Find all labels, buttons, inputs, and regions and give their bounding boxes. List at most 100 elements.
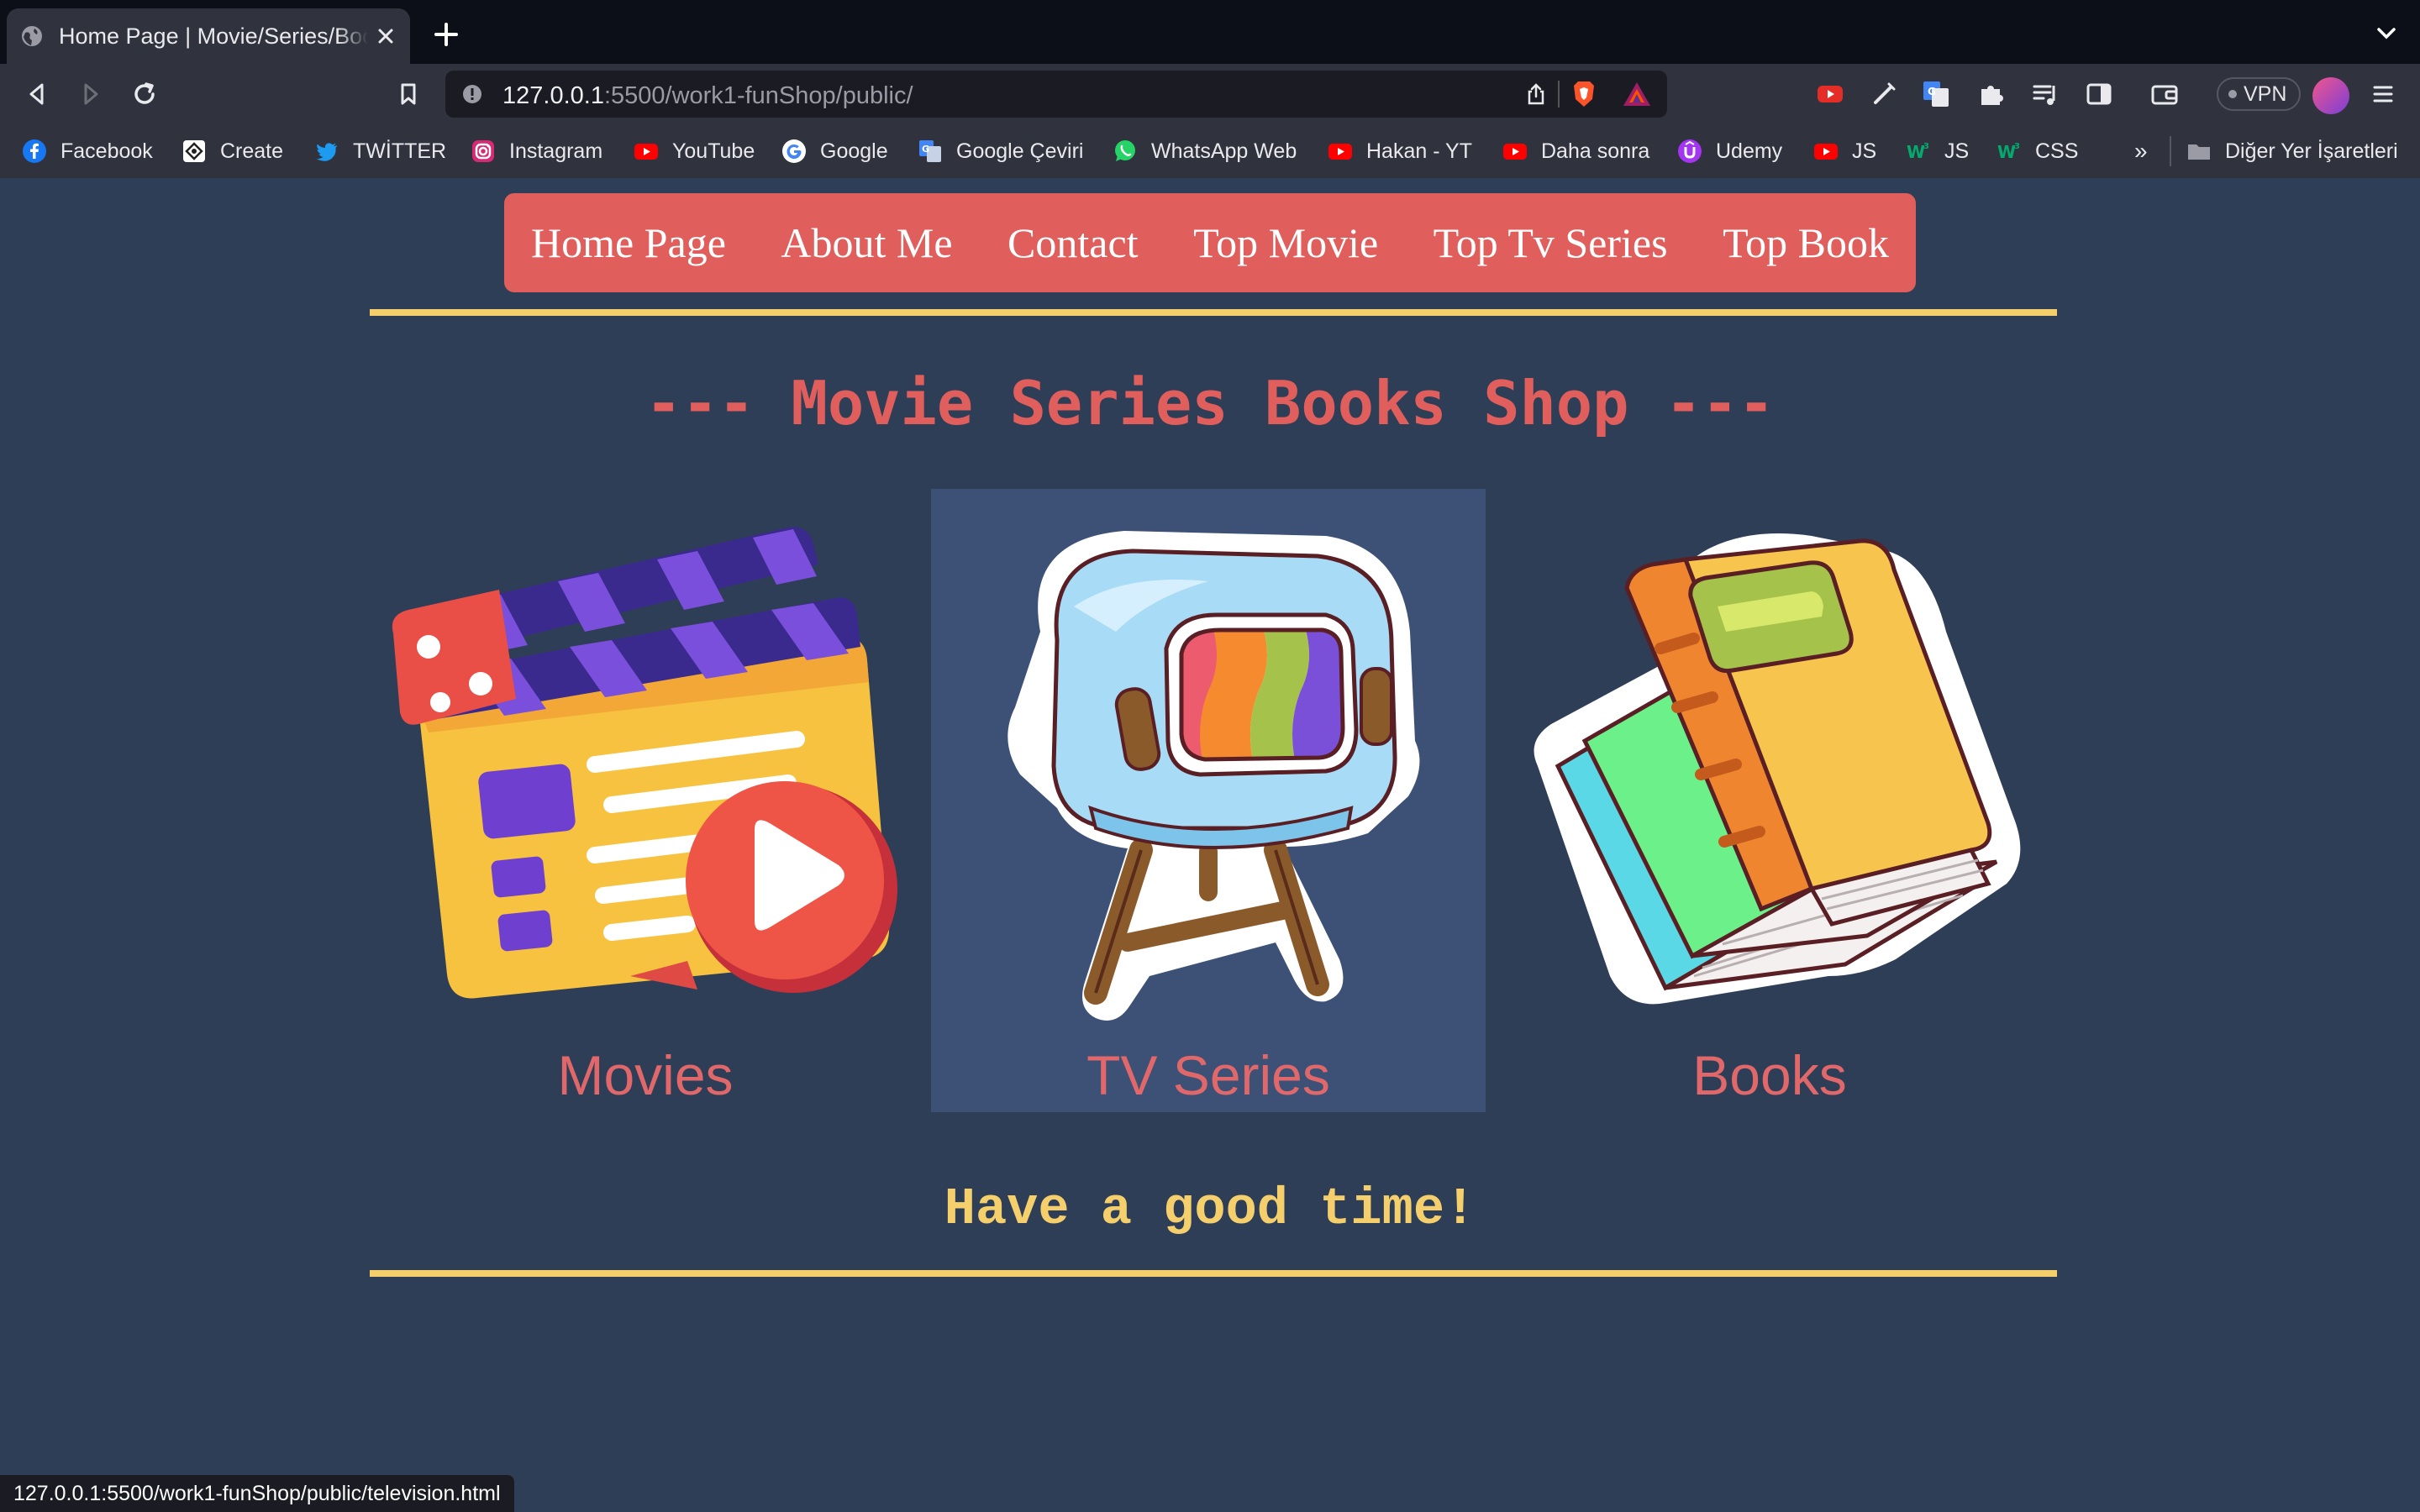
brave-shields-icon[interactable] xyxy=(1570,79,1598,109)
bookmark-label: TWİTTER xyxy=(353,139,447,163)
pen-extension-icon[interactable] xyxy=(1869,79,1899,109)
tagline: Have a good time! xyxy=(944,1179,1476,1239)
bookmark-label: YouTube xyxy=(672,139,755,163)
bookmark-other-folder[interactable]: Diğer Yer İşaretleri xyxy=(2186,134,2398,168)
udemy-icon xyxy=(1678,139,1702,163)
tv-series-label: TV Series xyxy=(1086,1044,1330,1106)
forward-arrow-icon[interactable] xyxy=(77,81,104,108)
books-label: Books xyxy=(1692,1044,1847,1106)
hamburger-menu-icon[interactable] xyxy=(2371,82,2395,106)
nav-top-book[interactable]: Top Book xyxy=(1723,218,1889,267)
svg-text:W: W xyxy=(1907,142,1925,162)
bookmark-js-youtube[interactable]: JS xyxy=(1813,134,1876,168)
bookmark-instagram[interactable]: Instagram xyxy=(471,134,602,168)
divider xyxy=(1558,81,1560,108)
bookmark-label: Diğer Yer İşaretleri xyxy=(2225,139,2398,163)
bookmark-google[interactable]: Google xyxy=(781,134,888,168)
tab-title: Home Page | Movie/Series/Book xyxy=(59,23,368,49)
books-stack-icon xyxy=(1534,533,2021,1005)
svg-text:3: 3 xyxy=(1923,142,1929,151)
sidebar-icon[interactable] xyxy=(2084,79,2114,109)
svg-text:G: G xyxy=(1928,86,1936,97)
vpn-button[interactable]: VPN xyxy=(2217,77,2301,111)
bookmark-label: Google Çeviri xyxy=(956,139,1084,163)
bookmark-label: CSS xyxy=(2035,139,2079,163)
browser-tab-active[interactable]: Home Page | Movie/Series/Book xyxy=(7,8,410,64)
w3schools-icon: W3 xyxy=(1997,142,2020,162)
extensions-puzzle-icon[interactable] xyxy=(1976,79,2007,109)
bottom-divider xyxy=(370,1270,2057,1277)
svg-text:G: G xyxy=(922,144,929,155)
nav-top-tv-series[interactable]: Top Tv Series xyxy=(1434,218,1668,267)
nav-home-page[interactable]: Home Page xyxy=(531,218,726,267)
page-title: --- Movie Series Books Shop --- xyxy=(645,368,1775,438)
books-card[interactable]: Books xyxy=(1492,489,2047,1112)
url-host: 127.0.0.1 xyxy=(502,82,604,109)
movies-card[interactable]: Movies xyxy=(368,489,923,1112)
chevron-down-icon[interactable] xyxy=(2376,27,2396,40)
link-status-bar: 127.0.0.1:5500/work1-funShop/public/tele… xyxy=(0,1475,514,1512)
w3schools-icon: W3 xyxy=(1907,142,1929,162)
bookmark-label: WhatsApp Web xyxy=(1151,139,1297,163)
address-bar[interactable]: 127.0.0.1:5500/work1-funShop/public/ xyxy=(445,71,1667,118)
bookmarks-overflow-button[interactable]: » xyxy=(2134,138,2148,165)
share-icon[interactable] xyxy=(1524,82,1548,106)
bookmark-js-w3schools[interactable]: W3 JS xyxy=(1906,134,1969,168)
main-nav: Home Page About Me Contact Top Movie Top… xyxy=(504,193,1916,292)
youtube-extension-icon[interactable] xyxy=(1815,79,1845,109)
bookmark-icon[interactable] xyxy=(395,81,422,108)
bookmark-label: Daha sonra xyxy=(1541,139,1650,163)
svg-text:3: 3 xyxy=(2014,142,2020,151)
bookmark-label: Create xyxy=(220,139,284,163)
profile-avatar[interactable] xyxy=(2312,77,2349,114)
facebook-icon xyxy=(23,139,46,163)
vpn-label: VPN xyxy=(2244,81,2287,106)
youtube-icon xyxy=(1503,144,1527,160)
browser-tab-bar: Home Page | Movie/Series/Book xyxy=(0,0,2420,64)
bookmark-daha-sonra[interactable]: Daha sonra xyxy=(1502,134,1649,168)
bookmark-label: Instagram xyxy=(509,139,603,163)
youtube-icon xyxy=(1814,144,1838,160)
back-arrow-icon[interactable] xyxy=(24,81,50,108)
wallet-icon[interactable] xyxy=(2149,79,2180,109)
bookmark-label: Facebook xyxy=(60,139,153,163)
bookmark-whatsapp[interactable]: WhatsApp Web xyxy=(1113,134,1297,168)
browser-toolbar: 127.0.0.1:5500/work1-funShop/public/ G V… xyxy=(0,64,2420,124)
brave-rewards-icon[interactable] xyxy=(1622,81,1652,108)
bookmark-css-w3schools[interactable]: W3 CSS xyxy=(1996,134,2078,168)
youtube-icon xyxy=(1328,144,1352,160)
new-tab-plus-icon[interactable] xyxy=(434,22,459,47)
bookmark-google-ceviri[interactable]: G Google Çeviri xyxy=(918,134,1083,168)
create-icon xyxy=(183,140,205,162)
nav-top-movie[interactable]: Top Movie xyxy=(1193,218,1378,267)
bookmark-label: Google xyxy=(820,139,888,163)
bookmarks-bar: Facebook Create TWİTTER Instagram YouTub… xyxy=(0,124,2420,178)
bookmark-udemy[interactable]: Udemy xyxy=(1677,134,1782,168)
whatsapp-icon xyxy=(1115,140,1135,161)
bookmark-hakan-yt[interactable]: Hakan - YT xyxy=(1328,134,1472,168)
bookmark-facebook[interactable]: Facebook xyxy=(22,134,153,168)
playlist-icon[interactable] xyxy=(2030,79,2060,109)
top-divider xyxy=(370,309,2057,316)
bookmark-twitter[interactable]: TWİTTER xyxy=(314,134,446,168)
google-translate-extension-icon[interactable]: G xyxy=(1921,79,1951,109)
bookmark-label: Hakan - YT xyxy=(1366,139,1472,163)
page-content: Home Page About Me Contact Top Movie Top… xyxy=(0,178,2420,1512)
reload-icon[interactable] xyxy=(131,81,158,108)
movies-label: Movies xyxy=(557,1044,734,1106)
svg-text:W: W xyxy=(1997,142,2016,162)
tv-series-card[interactable]: TV Series xyxy=(931,489,1486,1112)
bookmark-label: Udemy xyxy=(1716,139,1783,163)
nav-contact[interactable]: Contact xyxy=(1007,218,1139,267)
twitter-icon xyxy=(316,143,337,161)
nav-about-me[interactable]: About Me xyxy=(781,218,952,267)
site-info-icon[interactable] xyxy=(462,84,482,104)
bookmark-create[interactable]: Create xyxy=(182,134,283,168)
bookmark-youtube[interactable]: YouTube xyxy=(634,134,755,168)
close-tab-icon[interactable] xyxy=(375,25,397,47)
url-text: 127.0.0.1:5500/work1-funShop/public/ xyxy=(502,82,913,110)
folder-icon xyxy=(2188,144,2210,160)
youtube-icon xyxy=(634,144,658,160)
url-path: :5500/work1-funShop/public/ xyxy=(603,82,913,109)
bookmark-label: JS xyxy=(1852,139,1877,163)
